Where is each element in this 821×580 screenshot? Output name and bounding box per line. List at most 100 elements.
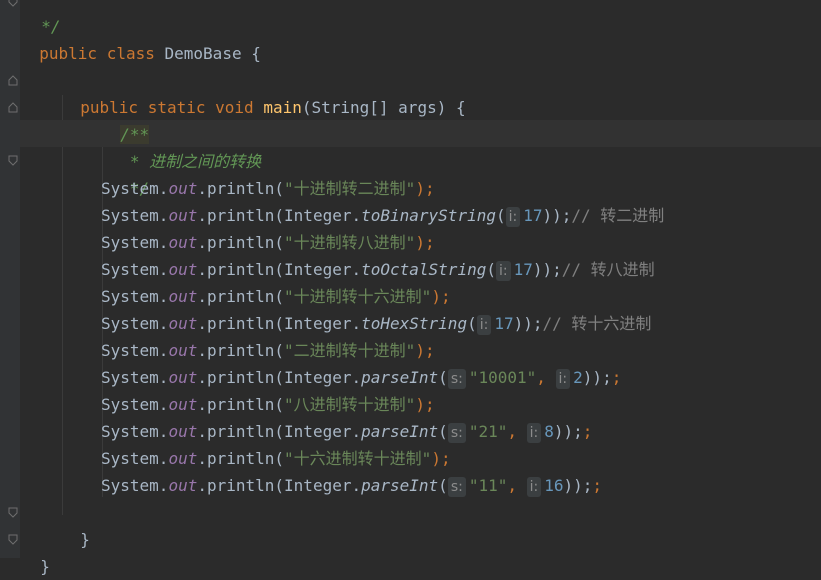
field-out: out — [168, 287, 198, 306]
keyword: public — [39, 44, 98, 63]
param-hint: i: — [526, 477, 542, 497]
call-close: )); — [563, 476, 593, 495]
call-close: )); — [553, 422, 583, 441]
string-literal: "八进制转十进制" — [284, 395, 416, 414]
system-ref: System. — [101, 206, 169, 225]
string-literal: "十进制转十六进制" — [284, 287, 432, 306]
field-out: out — [168, 179, 198, 198]
system-ref: System. — [101, 314, 169, 333]
call: .println(Integer. — [197, 422, 362, 441]
call-close: )); — [513, 314, 543, 333]
code-line-class-decl[interactable]: public class DemoBase { — [20, 13, 261, 63]
system-ref: System. — [101, 260, 169, 279]
line-comment: // 转十六进制 — [542, 314, 652, 333]
call: .println( — [197, 287, 285, 306]
code-line-main-decl[interactable]: public static void main(String[] args) { — [61, 67, 465, 117]
field-out: out — [168, 206, 198, 225]
class-name: DemoBase — [164, 44, 242, 63]
static-method: toOctalString — [361, 260, 487, 279]
field-out: out — [168, 341, 198, 360]
param-hint: s: — [447, 369, 466, 389]
code-line-close-class[interactable]: } — [21, 526, 50, 576]
code-line-println[interactable]: System.out.println("八进制转十进制"); — [101, 391, 435, 418]
number-literal: 16 — [544, 476, 564, 495]
fold-marker-icon[interactable] — [8, 102, 18, 113]
call-close: )); — [542, 206, 572, 225]
system-ref: System. — [101, 287, 169, 306]
call: .println( — [197, 233, 285, 252]
system-ref: System. — [101, 179, 169, 198]
call: .println(Integer. — [197, 260, 362, 279]
param-hint: i: — [526, 423, 542, 443]
keyword: class — [106, 44, 155, 63]
number-literal: 8 — [544, 422, 554, 441]
param-hint: i: — [505, 207, 521, 227]
field-out: out — [168, 422, 198, 441]
code-line-doc-close[interactable]: */ — [101, 148, 149, 198]
number-literal: 17 — [523, 206, 543, 225]
closing-brace: } — [80, 530, 90, 549]
string-literal: "十六进制转十进制" — [284, 449, 432, 468]
statement-end: ); — [415, 395, 435, 414]
statement-end: ); — [415, 341, 435, 360]
fold-marker-icon[interactable] — [8, 0, 18, 7]
code-line-println[interactable]: System.out.println("二进制转十进制"); — [101, 337, 435, 364]
code-line-println[interactable]: System.out.println("十进制转十六进制"); — [101, 283, 451, 310]
static-method: parseInt — [361, 368, 439, 387]
field-out: out — [168, 368, 198, 387]
code-line-println[interactable]: System.out.println("十六进制转十进制"); — [101, 445, 451, 472]
statement-end: ); — [431, 287, 451, 306]
code-line-println[interactable]: System.out.println(Integer.toHexString(i… — [101, 310, 651, 337]
string-literal: "21" — [468, 422, 508, 441]
code-line-println[interactable]: System.out.println(Integer.parseInt(s: "2… — [101, 418, 592, 445]
number-literal: 2 — [573, 368, 583, 387]
closing-brace: } — [40, 557, 50, 576]
system-ref: System. — [101, 422, 169, 441]
string-literal: "十进制转二进制" — [284, 179, 416, 198]
statement-end: ); — [415, 179, 435, 198]
fold-marker-icon[interactable] — [8, 155, 18, 166]
param-hint: s: — [447, 477, 466, 497]
line-comment: // 转二进制 — [571, 206, 665, 225]
field-out: out — [168, 449, 198, 468]
static-method: toBinaryString — [361, 206, 496, 225]
string-literal: "二进制转十进制" — [284, 341, 416, 360]
indent-guide — [62, 95, 63, 515]
code-line-close-main[interactable]: } — [61, 499, 90, 549]
param-hint: s: — [447, 423, 466, 443]
keyword: void — [215, 98, 254, 117]
field-out: out — [168, 233, 198, 252]
brace: { — [241, 44, 261, 63]
call: .println( — [197, 341, 285, 360]
code-line-doc-open[interactable]: /** — [101, 94, 150, 144]
string-literal: "十进制转八进制" — [284, 233, 416, 252]
field-out: out — [168, 260, 198, 279]
code-line-println[interactable]: System.out.println("十进制转八进制"); — [101, 229, 435, 256]
call: .println(Integer. — [197, 368, 362, 387]
system-ref: System. — [101, 368, 169, 387]
code-line-println[interactable]: System.out.println(Integer.toBinaryStrin… — [101, 202, 664, 229]
string-literal: "11" — [468, 476, 508, 495]
call: .println(Integer. — [197, 314, 362, 333]
method-name: main — [263, 98, 302, 117]
param-hint: i: — [555, 369, 571, 389]
fold-marker-icon[interactable] — [8, 75, 18, 86]
number-literal: 17 — [494, 314, 514, 333]
code-line-doc-body[interactable]: * 进制之间的转换 — [101, 121, 261, 171]
param-hint: i: — [495, 261, 511, 281]
fold-marker-icon[interactable] — [8, 534, 18, 545]
call: .println( — [197, 395, 285, 414]
statement-end: ); — [431, 449, 451, 468]
keyword: static — [147, 98, 206, 117]
code-line-println[interactable]: System.out.println(Integer.toOctalString… — [101, 256, 655, 283]
code-line[interactable]: */ — [22, 0, 60, 36]
call-close: )); — [532, 260, 562, 279]
fold-marker-icon[interactable] — [8, 507, 18, 518]
line-comment: // 转八进制 — [561, 260, 655, 279]
call: .println( — [197, 449, 285, 468]
code-line-println[interactable]: System.out.println(Integer.parseInt(s: "1… — [101, 472, 602, 499]
code-line-println[interactable]: System.out.println("十进制转二进制"); — [101, 175, 435, 202]
param-hint: i: — [476, 315, 492, 335]
code-line-println[interactable]: System.out.println(Integer.parseInt(s: "1… — [101, 364, 621, 391]
system-ref: System. — [101, 449, 169, 468]
